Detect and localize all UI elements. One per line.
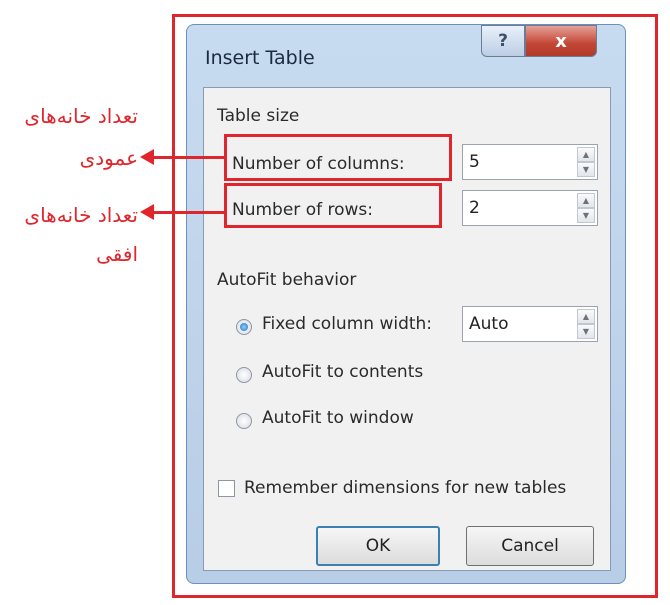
dialog-title: Insert Table xyxy=(205,47,315,69)
insert-table-dialog: Insert Table ? x Table size Number of co… xyxy=(186,24,626,584)
close-button[interactable]: x xyxy=(525,25,597,57)
spin-up-icon[interactable]: ▲ xyxy=(577,309,595,324)
help-icon: ? xyxy=(498,31,508,51)
rows-annotation-line2: افقی xyxy=(96,242,138,266)
rows-spin-arrows[interactable]: ▲ ▼ xyxy=(577,193,595,223)
columns-value: 5 xyxy=(469,152,480,172)
rows-annotation-line1: تعداد خانه‌های xyxy=(24,203,138,227)
autofit-heading: AutoFit behavior xyxy=(217,270,357,290)
rows-highlight-box xyxy=(224,183,442,228)
close-icon: x xyxy=(555,30,567,52)
autofit-window-radio[interactable] xyxy=(236,413,252,429)
ok-button[interactable]: OK xyxy=(316,526,440,566)
spin-down-icon[interactable]: ▼ xyxy=(577,324,595,339)
remember-checkbox[interactable] xyxy=(218,480,235,497)
rows-spinner[interactable]: 2 ▲ ▼ xyxy=(462,190,598,226)
columns-arrow-line xyxy=(150,156,226,159)
columns-annotation-line2: عمودی xyxy=(79,146,138,170)
columns-spin-arrows[interactable]: ▲ ▼ xyxy=(577,147,595,177)
autofit-contents-radio[interactable] xyxy=(236,367,252,383)
rows-arrow-line xyxy=(150,211,226,214)
columns-highlight-box xyxy=(224,134,452,181)
cancel-button[interactable]: Cancel xyxy=(466,526,594,566)
fixed-width-label[interactable]: Fixed column width: xyxy=(262,314,432,334)
spin-up-icon[interactable]: ▲ xyxy=(577,147,595,162)
columns-annotation-line1: تعداد خانه‌های xyxy=(24,104,138,128)
fixed-width-value: Auto xyxy=(469,314,509,334)
columns-arrow-icon xyxy=(140,149,154,165)
fixed-width-spinner[interactable]: Auto ▲ ▼ xyxy=(462,306,598,342)
autofit-window-label[interactable]: AutoFit to window xyxy=(262,408,414,428)
rows-arrow-icon xyxy=(140,204,154,220)
rows-value: 2 xyxy=(469,198,480,218)
fixed-width-spin-arrows[interactable]: ▲ ▼ xyxy=(577,309,595,339)
autofit-contents-label[interactable]: AutoFit to contents xyxy=(262,362,423,382)
remember-label[interactable]: Remember dimensions for new tables xyxy=(244,478,566,498)
spin-down-icon[interactable]: ▼ xyxy=(577,208,595,223)
fixed-width-radio[interactable] xyxy=(236,319,252,335)
columns-spinner[interactable]: 5 ▲ ▼ xyxy=(462,144,598,180)
spin-down-icon[interactable]: ▼ xyxy=(577,162,595,177)
title-bar: Insert Table ? x xyxy=(187,25,625,87)
spin-up-icon[interactable]: ▲ xyxy=(577,193,595,208)
cancel-button-label: Cancel xyxy=(501,536,559,556)
table-size-heading: Table size xyxy=(217,106,300,126)
help-button[interactable]: ? xyxy=(481,25,525,57)
ok-button-label: OK xyxy=(365,536,391,556)
